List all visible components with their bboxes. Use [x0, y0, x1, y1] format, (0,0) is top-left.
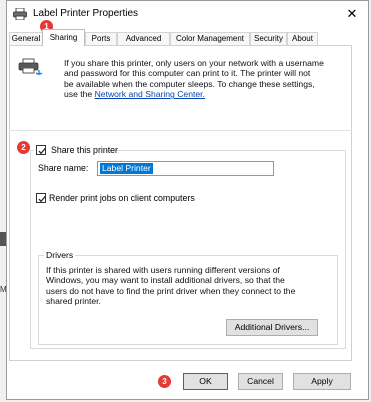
tab-about[interactable]: About [287, 32, 318, 45]
share-name-value: Label Printer [100, 163, 153, 174]
title-bar: Label Printer Properties ✕ [7, 1, 368, 27]
apply-button[interactable]: Apply [293, 373, 351, 390]
tab-security[interactable]: Security [250, 32, 287, 45]
network-printer-icon [18, 57, 44, 77]
additional-drivers-button[interactable]: Additional Drivers... [226, 319, 318, 336]
tab-general[interactable]: General [9, 32, 43, 45]
drivers-line: shared printer. [46, 296, 101, 307]
drivers-legend: Drivers [44, 250, 76, 260]
share-name-label: Share name: [38, 163, 89, 173]
close-icon[interactable]: ✕ [342, 5, 362, 23]
info-line: and password for this computer can print… [64, 68, 311, 79]
step-badge-3: 3 [158, 375, 171, 388]
step-badge-2: 2 [17, 141, 30, 154]
background-text-fragment: M [0, 285, 7, 294]
tab-sharing[interactable]: Sharing [42, 29, 85, 46]
drivers-info-text: If this printer is shared with users run… [46, 265, 338, 307]
window-title: Label Printer Properties [33, 8, 139, 19]
drivers-line: If this printer is shared with users run… [46, 265, 280, 275]
drivers-line: Windows, you may want to install additio… [46, 275, 285, 286]
render-jobs-checkbox[interactable] [36, 193, 46, 203]
share-printer-checkbox[interactable] [36, 145, 46, 155]
printer-icon [13, 7, 27, 21]
tab-ports[interactable]: Ports [85, 32, 117, 45]
drivers-line: users do not have to find the print driv… [46, 285, 296, 296]
background-icon-fragment [0, 232, 6, 246]
share-name-input[interactable]: Label Printer [97, 161, 274, 176]
render-jobs-label: Render print jobs on client computers [49, 193, 195, 203]
divider [9, 130, 352, 131]
share-printer-label: Share this printer [51, 145, 118, 155]
cancel-button[interactable]: Cancel [238, 373, 283, 390]
share-printer-checkbox-row[interactable]: Share this printer [34, 144, 118, 156]
ok-button[interactable]: OK [183, 373, 228, 390]
info-line-prefix: use the [64, 89, 95, 100]
network-sharing-center-link[interactable]: Network and Sharing Center. [95, 89, 205, 99]
tab-color-management[interactable]: Color Management [170, 32, 250, 45]
info-line: be available when the computer sleeps. T… [64, 78, 315, 89]
tab-advanced[interactable]: Advanced [117, 32, 170, 45]
sharing-info-text: If you share this printer, only users on… [64, 58, 354, 100]
info-line: use the Network and Sharing Center. [64, 89, 354, 99]
info-line: If you share this printer, only users on… [64, 58, 324, 68]
